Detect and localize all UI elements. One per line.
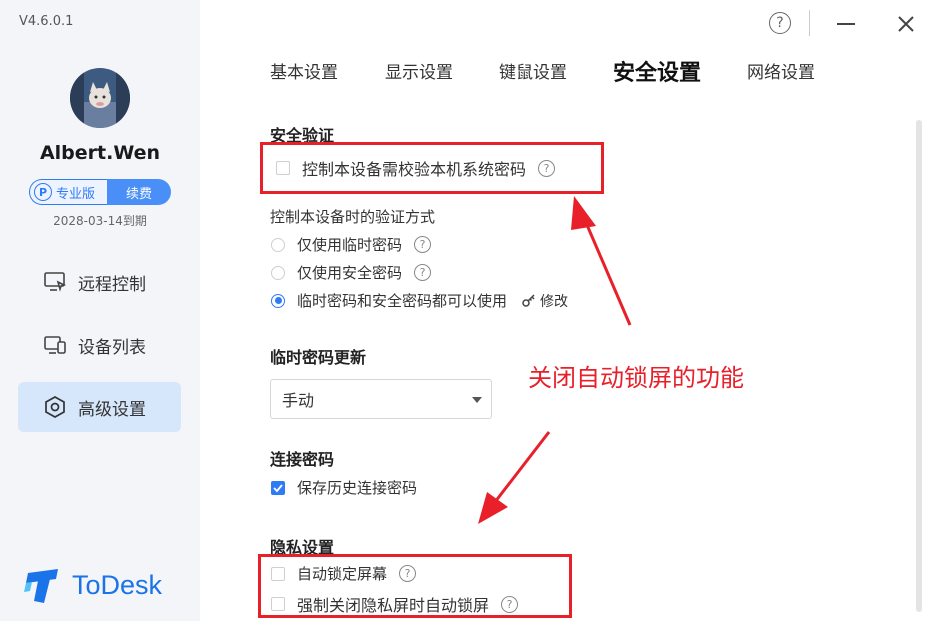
todesk-window: V4.6.0.1 Albert.Wen P 专业版 续费 2028-03-14到… — [0, 0, 926, 621]
annotation-arrows — [478, 196, 632, 524]
arrow-up-head — [571, 196, 596, 230]
arrow-down-head — [478, 492, 508, 524]
annotation-text: 关闭自动锁屏的功能 — [528, 364, 744, 392]
content-scrollbar[interactable] — [916, 120, 922, 612]
